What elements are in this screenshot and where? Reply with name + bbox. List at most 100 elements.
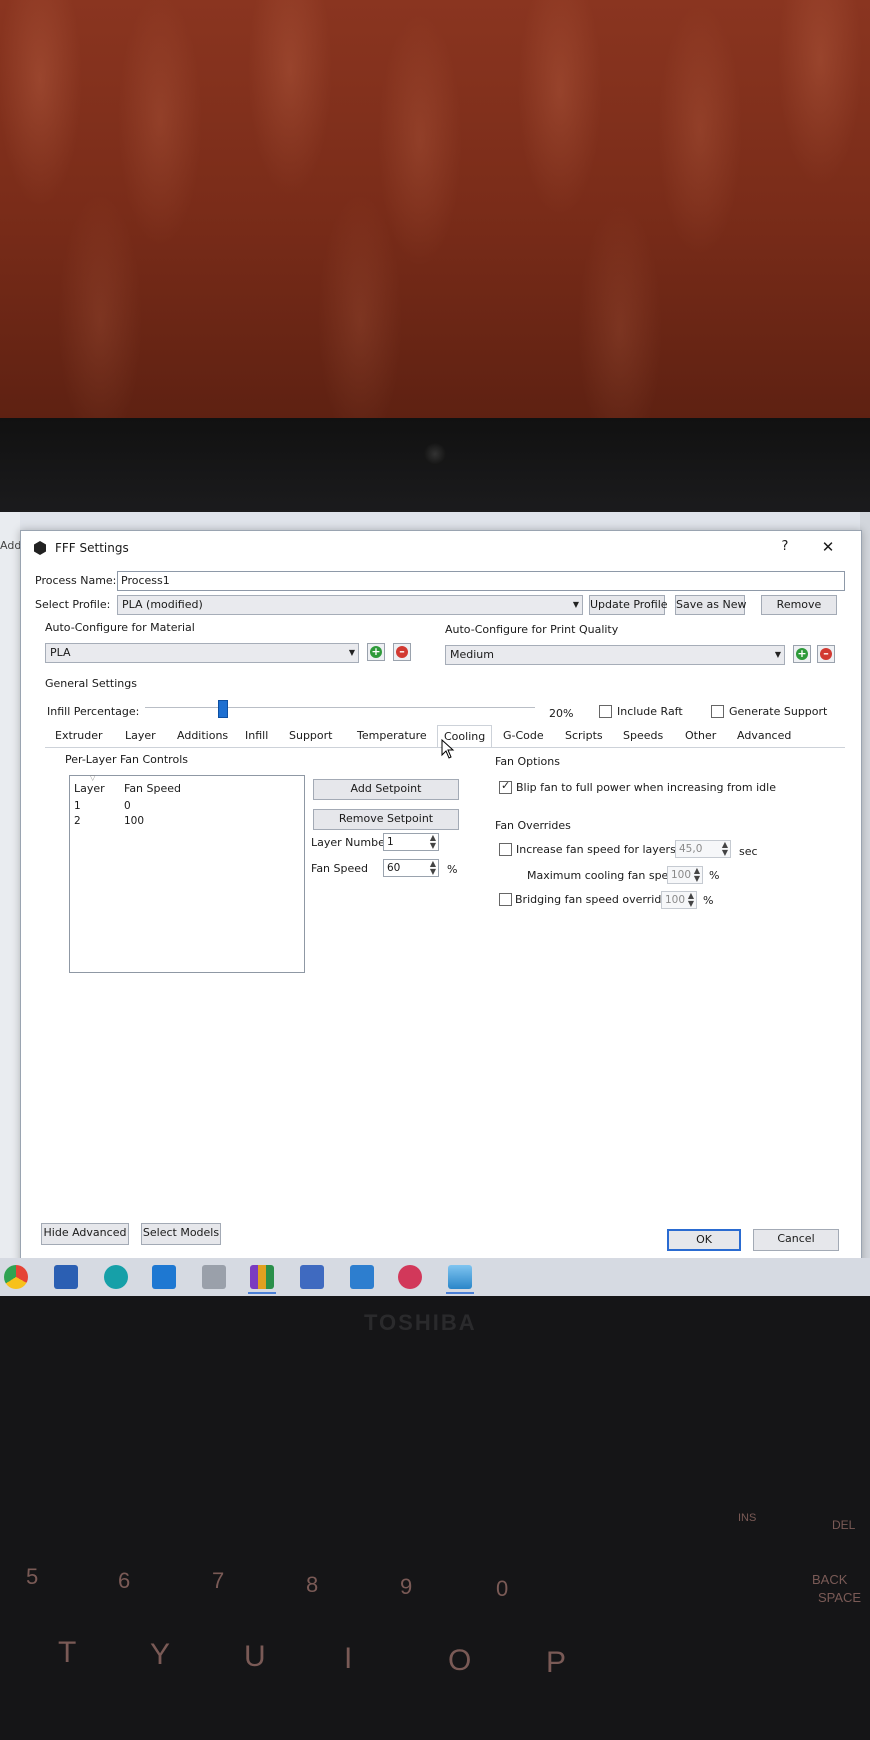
key-space: SPACE bbox=[818, 1590, 862, 1605]
profile-select-value: PLA (modified) bbox=[122, 598, 203, 611]
fan-overrides-title: Fan Overrides bbox=[495, 819, 571, 832]
vscode-icon[interactable] bbox=[152, 1265, 176, 1289]
bridging-fan-value: 100 bbox=[665, 894, 686, 906]
calculator-icon[interactable] bbox=[300, 1265, 324, 1289]
key-0: 0 bbox=[496, 1576, 509, 1601]
table-row-layer[interactable]: 2 bbox=[74, 815, 81, 827]
fff-settings-dialog: FFF Settings ? ✕ Process Name: Process1 … bbox=[20, 530, 862, 1272]
key-u: U bbox=[244, 1640, 266, 1673]
active-app-indicator bbox=[446, 1292, 474, 1294]
layer-number-label: Layer Number bbox=[311, 836, 390, 849]
ok-button[interactable]: OK bbox=[667, 1229, 741, 1251]
remove-quality-icon[interactable] bbox=[817, 645, 835, 663]
tab-infill[interactable]: Infill bbox=[245, 725, 268, 747]
infill-slider[interactable] bbox=[21, 559, 861, 718]
network-tool-icon[interactable] bbox=[202, 1265, 226, 1289]
hide-advanced-button[interactable]: Hide Advanced bbox=[41, 1223, 129, 1245]
tab-layer[interactable]: Layer bbox=[125, 725, 156, 747]
close-icon[interactable]: ✕ bbox=[817, 538, 839, 558]
tab-speeds[interactable]: Speeds bbox=[623, 725, 663, 747]
bridging-fan-checkbox[interactable] bbox=[499, 893, 512, 906]
material-select[interactable]: PLA ▼ bbox=[45, 643, 359, 663]
blip-fan-checkbox[interactable] bbox=[499, 779, 512, 794]
arduino-icon[interactable] bbox=[104, 1265, 128, 1289]
layer-number-value: 1 bbox=[387, 836, 394, 848]
background-window: Add- bbox=[0, 512, 25, 1296]
webcam bbox=[424, 443, 446, 465]
layer-number-spinbox[interactable]: 1 ▲ ▼ bbox=[383, 833, 439, 851]
column-header-layer[interactable]: Layer bbox=[74, 782, 105, 795]
column-header-fan-speed[interactable]: Fan Speed bbox=[124, 782, 181, 795]
tab-advanced[interactable]: Advanced bbox=[737, 725, 791, 747]
cancel-button[interactable]: Cancel bbox=[753, 1229, 839, 1251]
generate-support-checkbox[interactable] bbox=[711, 705, 724, 718]
key-p: P bbox=[546, 1646, 567, 1679]
tab-other[interactable]: Other bbox=[685, 725, 716, 747]
key-back: BACK bbox=[812, 1572, 848, 1587]
table-row-fan-speed[interactable]: 0 bbox=[124, 800, 131, 812]
increase-fan-spinbox[interactable]: 45,0 ▲ ▼ bbox=[675, 840, 731, 858]
spin-arrows-icon[interactable]: ▲ ▼ bbox=[688, 892, 694, 908]
monitor-bezel bbox=[0, 418, 870, 514]
quality-select-value: Medium bbox=[450, 648, 494, 661]
word-icon[interactable] bbox=[54, 1265, 78, 1289]
bridging-fan-spinbox[interactable]: 100 ▲ ▼ bbox=[661, 891, 697, 909]
quality-select[interactable]: Medium ▼ bbox=[445, 645, 785, 665]
infill-slider-track[interactable] bbox=[145, 707, 535, 708]
fan-speed-spinbox[interactable]: 60 ▲ ▼ bbox=[383, 859, 439, 877]
spin-arrows-icon[interactable]: ▲ ▼ bbox=[694, 867, 700, 883]
remove-setpoint-button[interactable]: Remove Setpoint bbox=[313, 809, 459, 830]
table-row-fan-speed[interactable]: 100 bbox=[124, 815, 144, 827]
laptop-body: TOSHIBA INS DEL 5 6 7 8 9 0 BACK SPACE T… bbox=[0, 1296, 870, 1740]
help-button[interactable]: ? bbox=[775, 539, 795, 557]
include-raft-label: Include Raft bbox=[617, 705, 683, 718]
update-profile-button[interactable]: Update Profile bbox=[589, 595, 668, 615]
general-settings-label: General Settings bbox=[45, 677, 137, 690]
max-cooling-spinbox[interactable]: 100 ▲ ▼ bbox=[667, 866, 703, 884]
tab-scripts[interactable]: Scripts bbox=[565, 725, 603, 747]
key-ins: INS bbox=[738, 1512, 757, 1524]
save-as-new-button[interactable]: Save as New bbox=[675, 595, 746, 615]
include-raft-checkbox[interactable] bbox=[599, 705, 612, 718]
background-wall bbox=[0, 0, 870, 420]
tab-support[interactable]: Support bbox=[289, 725, 332, 747]
add-quality-icon[interactable] bbox=[793, 645, 811, 663]
auto-material-label: Auto-Configure for Material bbox=[45, 621, 195, 634]
tab-temperature[interactable]: Temperature bbox=[357, 725, 427, 747]
table-row-layer[interactable]: 1 bbox=[74, 800, 81, 812]
fan-speed-unit: % bbox=[447, 863, 458, 876]
key-7: 7 bbox=[212, 1568, 225, 1593]
dialog-title: FFF Settings bbox=[55, 541, 129, 555]
remove-profile-button[interactable]: Remove bbox=[761, 595, 837, 615]
key-8: 8 bbox=[306, 1572, 319, 1597]
select-models-button[interactable]: Select Models bbox=[141, 1223, 221, 1245]
max-cooling-value: 100 bbox=[671, 869, 692, 881]
chevron-down-icon: ▼ bbox=[572, 600, 579, 609]
infill-slider-thumb[interactable] bbox=[218, 700, 228, 718]
infill-value: 20% bbox=[549, 707, 574, 720]
photos-icon[interactable] bbox=[448, 1265, 472, 1289]
generate-support-label: Generate Support bbox=[729, 705, 828, 718]
brand-logo: TOSHIBA bbox=[364, 1310, 477, 1335]
tab-g-code[interactable]: G-Code bbox=[503, 725, 544, 747]
key-6: 6 bbox=[118, 1568, 131, 1593]
add-material-icon[interactable] bbox=[367, 643, 385, 661]
infill-label: Infill Percentage: bbox=[47, 705, 140, 718]
add-setpoint-button[interactable]: Add Setpoint bbox=[313, 779, 459, 800]
spin-arrows-icon[interactable]: ▲ ▼ bbox=[430, 834, 436, 850]
fan-setpoint-table[interactable]: ▽ Layer Fan Speed 1 0 2 100 bbox=[69, 774, 305, 973]
window-app-icon[interactable] bbox=[350, 1265, 374, 1289]
remove-material-icon[interactable] bbox=[393, 643, 411, 661]
tab-extruder[interactable]: Extruder bbox=[55, 725, 103, 747]
increase-fan-checkbox[interactable] bbox=[499, 843, 512, 856]
profile-select[interactable]: PLA (modified) ▼ bbox=[117, 595, 583, 615]
spin-arrows-icon[interactable]: ▲ ▼ bbox=[430, 860, 436, 876]
spin-arrows-icon[interactable]: ▲ ▼ bbox=[722, 841, 728, 857]
chrome-icon[interactable] bbox=[4, 1265, 28, 1289]
slicer-app-icon[interactable] bbox=[398, 1265, 422, 1289]
bridging-fan-label: Bridging fan speed override bbox=[515, 893, 669, 906]
key-5: 5 bbox=[26, 1564, 39, 1589]
key-9: 9 bbox=[400, 1574, 413, 1599]
tab-additions[interactable]: Additions bbox=[177, 725, 228, 747]
chart-app-icon[interactable] bbox=[250, 1265, 274, 1289]
